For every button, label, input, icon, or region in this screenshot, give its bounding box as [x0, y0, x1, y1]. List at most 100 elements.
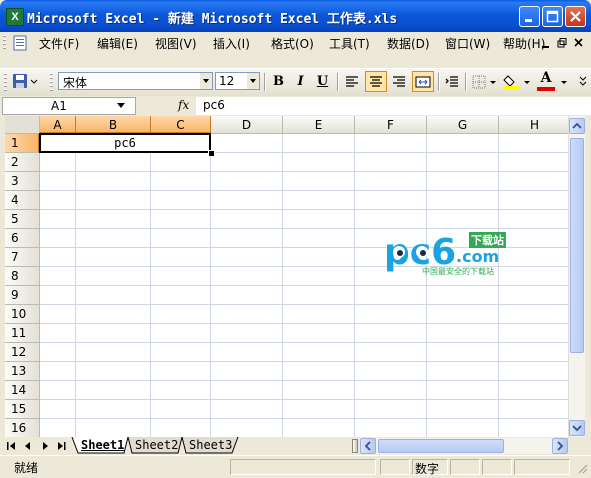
toolbar-separator: [264, 73, 266, 91]
merge-center-button[interactable]: [412, 71, 434, 92]
chevron-down-icon[interactable]: [560, 80, 568, 86]
row-header-2[interactable]: 2: [5, 153, 40, 172]
column-header-e[interactable]: E: [283, 116, 355, 134]
tab-sheet1[interactable]: Sheet1: [81, 437, 124, 454]
row-gridline: [40, 342, 568, 343]
horizontal-scrollbar[interactable]: [360, 438, 568, 454]
align-center-icon: [370, 76, 382, 87]
row-gridline: [40, 418, 568, 419]
chevron-right-icon: [557, 441, 564, 451]
row-header-9[interactable]: 9: [5, 286, 40, 305]
horizontal-scroll-thumb[interactable]: [378, 439, 504, 453]
font-name-value: 宋体: [63, 76, 88, 90]
column-header-c[interactable]: C: [151, 116, 211, 134]
underline-button[interactable]: U: [312, 71, 333, 92]
toolbar-grip-2[interactable]: [50, 73, 53, 91]
scroll-up-button[interactable]: [569, 118, 585, 134]
chevron-down-icon[interactable]: [523, 80, 531, 86]
column-header-b[interactable]: B: [76, 116, 151, 134]
tab-sheet2[interactable]: Sheet2: [135, 437, 178, 454]
column-header-h[interactable]: H: [499, 116, 568, 134]
row-header-3[interactable]: 3: [5, 172, 40, 191]
row-header-11[interactable]: 11: [5, 324, 40, 343]
scroll-down-button[interactable]: [569, 420, 585, 436]
row-header-4[interactable]: 4: [5, 191, 40, 210]
row-header-13[interactable]: 13: [5, 362, 40, 381]
bold-button[interactable]: B: [268, 71, 289, 92]
column-header-d[interactable]: D: [211, 116, 283, 134]
row-header-14[interactable]: 14: [5, 381, 40, 400]
merged-cell-a1-c1[interactable]: pc6: [39, 133, 211, 153]
formula-input[interactable]: pc6: [196, 97, 591, 115]
menu-view[interactable]: 视图(V): [155, 35, 197, 52]
document-icon[interactable]: [13, 35, 27, 51]
num-lock-panel: 数字: [412, 459, 448, 476]
insert-function-button[interactable]: fx: [178, 98, 189, 112]
toolbar-overflow-icon[interactable]: [30, 78, 40, 86]
font-color-button[interactable]: A: [537, 70, 555, 86]
select-all-corner[interactable]: [5, 116, 40, 134]
row-header-7[interactable]: 7: [5, 248, 40, 267]
minimize-button[interactable]: [519, 6, 540, 27]
indent-icon[interactable]: [444, 74, 460, 90]
title-bar[interactable]: X Microsoft Excel - 新建 Microsoft Excel 工…: [0, 0, 591, 32]
column-header-g[interactable]: G: [427, 116, 499, 134]
menu-data[interactable]: 数据(D): [387, 35, 430, 52]
menu-tools[interactable]: 工具(T): [329, 35, 370, 52]
toolbar-options-icon[interactable]: [578, 74, 588, 90]
chevron-down-icon[interactable]: [247, 73, 259, 89]
vertical-scrollbar[interactable]: [568, 116, 585, 437]
menu-format[interactable]: 格式(O): [271, 35, 314, 52]
menu-insert[interactable]: 插入(I): [213, 35, 250, 52]
borders-icon[interactable]: [471, 74, 487, 90]
scroll-left-button[interactable]: [360, 438, 376, 454]
menu-file[interactable]: 文件(F): [39, 35, 79, 52]
row-gridline: [40, 380, 568, 381]
row-header-10[interactable]: 10: [5, 305, 40, 324]
chevron-down-icon[interactable]: [200, 73, 212, 89]
vertical-scroll-thumb[interactable]: [570, 138, 584, 353]
maximize-button[interactable]: [542, 6, 563, 27]
font-size-select[interactable]: 12: [215, 72, 260, 90]
row-header-1[interactable]: 1: [5, 134, 40, 153]
row-header-8[interactable]: 8: [5, 267, 40, 286]
formula-content: pc6: [203, 98, 225, 112]
column-header-a[interactable]: A: [40, 116, 76, 134]
chevron-down-icon[interactable]: [489, 80, 497, 86]
font-name-select[interactable]: 宋体: [58, 72, 213, 90]
menubar-grip[interactable]: [3, 35, 6, 51]
align-left-icon[interactable]: [344, 74, 360, 90]
row-gridline: [40, 323, 568, 324]
name-box[interactable]: A1: [2, 97, 136, 115]
resize-grip-icon[interactable]: [576, 462, 588, 474]
doc-window-controls[interactable]: [540, 37, 586, 49]
menu-bar: 文件(F) 编辑(E) 视图(V) 插入(I) 格式(O) 工具(T) 数据(D…: [0, 32, 591, 54]
toolbar-grip[interactable]: [4, 73, 7, 91]
row-gridline: [40, 171, 568, 172]
excel-app-icon[interactable]: X: [6, 8, 24, 26]
row-header-6[interactable]: 6: [5, 229, 40, 248]
fill-color-icon[interactable]: [503, 72, 521, 90]
chevron-down-icon[interactable]: [116, 103, 126, 109]
row-header-15[interactable]: 15: [5, 400, 40, 419]
row-header-5[interactable]: 5: [5, 210, 40, 229]
merge-center-icon: [415, 76, 431, 88]
menu-window[interactable]: 窗口(W): [445, 35, 490, 52]
tab-split-handle[interactable]: [352, 439, 358, 453]
close-button[interactable]: [565, 6, 586, 27]
menu-edit[interactable]: 编辑(E): [97, 35, 138, 52]
tab-scroll-buttons[interactable]: [6, 440, 70, 452]
column-header-f[interactable]: F: [355, 116, 427, 134]
scroll-right-button[interactable]: [552, 438, 568, 454]
fill-handle[interactable]: [208, 150, 215, 157]
watermark-dotcom: .com: [456, 247, 500, 266]
align-right-icon[interactable]: [391, 74, 407, 90]
align-center-button[interactable]: [365, 71, 387, 92]
chevron-down-icon: [572, 425, 582, 432]
italic-button[interactable]: I: [290, 71, 311, 92]
row-header-16[interactable]: 16: [5, 419, 40, 437]
save-icon[interactable]: [12, 73, 28, 89]
row-gridline: [40, 285, 568, 286]
row-header-12[interactable]: 12: [5, 343, 40, 362]
tab-sheet3[interactable]: Sheet3: [189, 437, 232, 454]
